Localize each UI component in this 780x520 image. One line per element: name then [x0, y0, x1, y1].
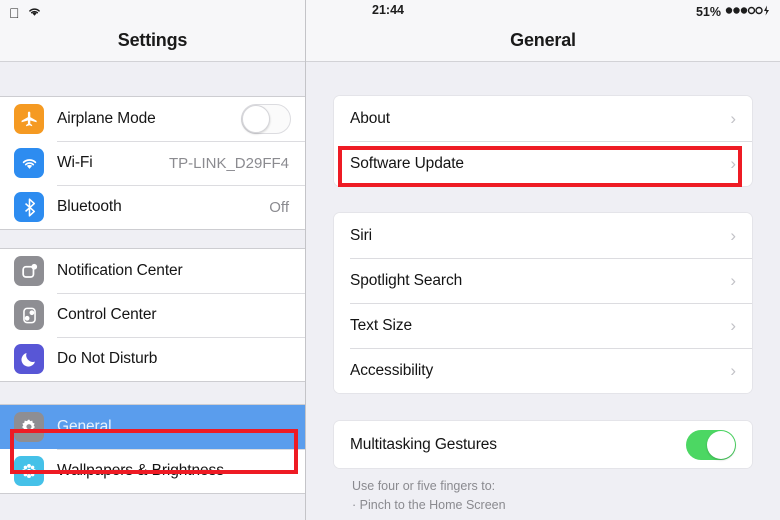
accessibility-row[interactable]: Accessibility ›: [334, 348, 752, 393]
bluetooth-icon: [14, 192, 44, 222]
ipad-settings-screen:  Settings Airplane Mode: [0, 0, 780, 520]
sidebar-item-do-not-disturb[interactable]: Do Not Disturb: [0, 337, 305, 381]
wifi-signal-icon: [27, 4, 42, 22]
multitasking-footnote: Use four or five fingers to: · Pinch to …: [352, 477, 780, 516]
sidebar-item-bluetooth[interactable]: Bluetooth Off: [0, 185, 305, 229]
detail-row-label: Text Size: [350, 316, 412, 334]
detail-gap-top: [306, 62, 780, 96]
sidebar-item-label: Notification Center: [57, 262, 183, 279]
sidebar-title: Settings: [117, 30, 188, 50]
chevron-right-icon: ›: [730, 271, 736, 290]
spotlight-search-row[interactable]: Spotlight Search ›: [334, 258, 752, 303]
sidebar-group-general: General Wallpapers & Brightness: [0, 404, 305, 494]
detail-row-label: Accessibility: [350, 361, 434, 379]
sidebar-group-connectivity: Airplane Mode Wi-Fi TP-LINK_D29FF4 Bluet…: [0, 96, 305, 230]
sidebar-item-airplane-mode[interactable]: Airplane Mode: [0, 97, 305, 141]
chevron-right-icon: ›: [730, 316, 736, 335]
sidebar-gap-1: [0, 230, 305, 248]
detail-row-label: Spotlight Search: [350, 271, 463, 289]
bluetooth-state-value: Off: [269, 198, 289, 216]
sidebar-item-wifi[interactable]: Wi-Fi TP-LINK_D29FF4: [0, 141, 305, 185]
software-update-row[interactable]: Software Update ›: [334, 141, 752, 186]
detail-group-info: About › Software Update ›: [334, 96, 752, 186]
status-bar-right: 51%: [696, 3, 771, 21]
wifi-icon: [14, 148, 44, 178]
notification-center-icon: [14, 256, 44, 286]
airplane-icon: [14, 104, 44, 134]
detail-gap-1: [306, 186, 780, 213]
sidebar-item-label: Airplane Mode: [57, 110, 156, 127]
footnote-line-2: · Pinch to the Home Screen: [352, 498, 506, 513]
moon-icon: [14, 344, 44, 374]
about-row[interactable]: About ›: [334, 96, 752, 141]
detail-header: 21:44 51% General: [306, 0, 780, 62]
sidebar-item-label: Wi-Fi: [57, 154, 93, 171]
text-size-row[interactable]: Text Size ›: [334, 303, 752, 348]
status-bar-left: : [9, 4, 42, 22]
chevron-right-icon: ›: [730, 226, 736, 245]
sidebar-item-general[interactable]: General: [0, 405, 305, 449]
sidebar-group-system: Notification Center Control Center Do No…: [0, 248, 305, 382]
detail-gap-2: [306, 393, 780, 421]
sidebar-item-wallpapers-brightness[interactable]: Wallpapers & Brightness: [0, 449, 305, 493]
chevron-right-icon: ›: [730, 109, 736, 128]
chevron-right-icon: ›: [730, 154, 736, 173]
sidebar-item-notification-center[interactable]: Notification Center: [0, 249, 305, 293]
battery-percent-label: 51%: [695, 5, 721, 19]
general-detail-panel: 21:44 51% General About › Software Updat…: [306, 0, 780, 520]
detail-title: General: [510, 30, 576, 50]
settings-sidebar:  Settings Airplane Mode: [0, 0, 306, 520]
sidebar-item-label: Wallpapers & Brightness: [57, 462, 224, 479]
footnote-line-1: Use four or five fingers to:: [352, 479, 496, 493]
sidebar-gap-top: [0, 62, 305, 96]
multitasking-gestures-row[interactable]: Multitasking Gestures: [334, 421, 752, 468]
airplane-mode-toggle[interactable]: [241, 104, 291, 134]
apple-logo-icon: : [9, 6, 20, 20]
detail-row-label: Software Update: [350, 154, 464, 172]
sidebar-header:  Settings: [0, 0, 305, 62]
gear-icon: [14, 412, 44, 442]
siri-row[interactable]: Siri ›: [334, 213, 752, 258]
battery-indicator-icon: [725, 3, 771, 21]
control-center-icon: [14, 300, 44, 330]
wallpaper-flower-icon: [14, 456, 44, 486]
detail-row-label: Siri: [350, 226, 372, 244]
status-bar-time: 21:44: [372, 3, 404, 17]
wifi-network-value: TP-LINK_D29FF4: [168, 154, 289, 172]
sidebar-gap-2: [0, 382, 305, 404]
chevron-right-icon: ›: [730, 361, 736, 380]
detail-group-services: Siri › Spotlight Search › Text Size › Ac…: [334, 213, 752, 393]
sidebar-item-label: Do Not Disturb: [57, 350, 158, 367]
sidebar-item-label: General: [57, 418, 112, 435]
multitasking-gestures-toggle[interactable]: [686, 429, 736, 460]
toggle-knob: [242, 105, 270, 133]
toggle-knob: [707, 430, 735, 459]
sidebar-item-label: Control Center: [57, 306, 157, 323]
detail-row-label: Multitasking Gestures: [350, 435, 497, 453]
sidebar-item-label: Bluetooth: [57, 198, 122, 215]
detail-row-label: About: [350, 109, 391, 127]
sidebar-item-control-center[interactable]: Control Center: [0, 293, 305, 337]
detail-group-multitasking: Multitasking Gestures: [334, 421, 752, 468]
